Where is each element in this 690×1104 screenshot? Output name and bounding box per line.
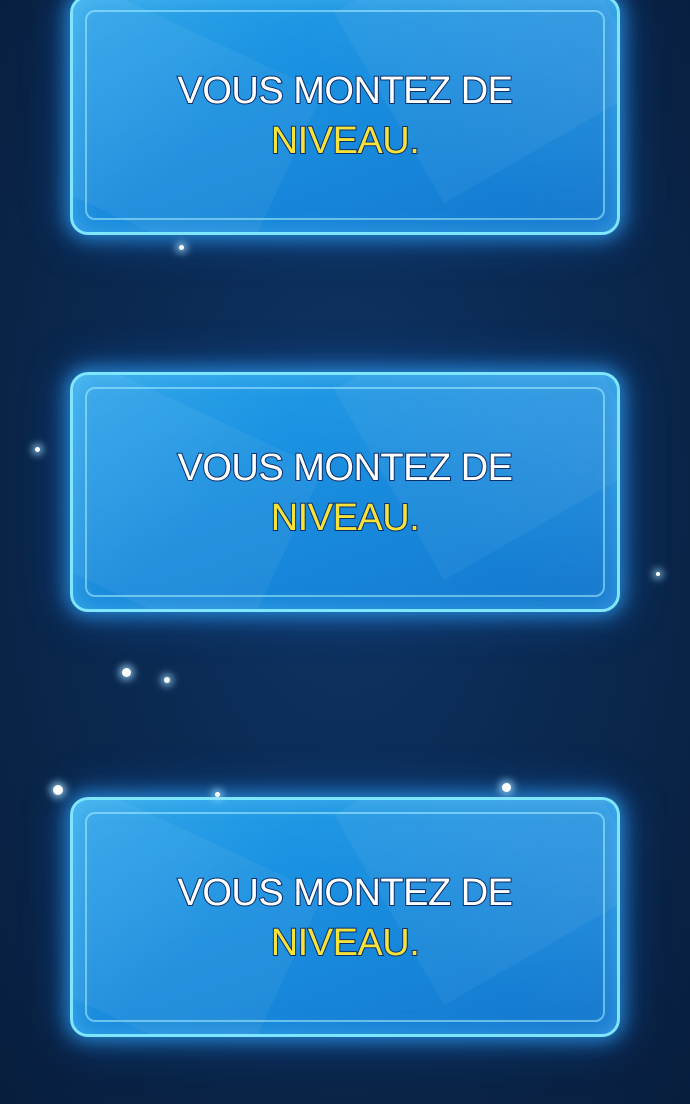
sparkle-particle <box>215 792 220 797</box>
message-line-1: VOUS MONTEZ DE <box>176 69 514 113</box>
message-line-2: NIVEAU. <box>270 496 421 540</box>
level-up-panel: VOUS MONTEZ DE NIVEAU. <box>70 0 620 235</box>
sparkle-particle <box>179 245 184 250</box>
message-line-1: VOUS MONTEZ DE <box>176 446 514 490</box>
message-line-2: NIVEAU. <box>270 119 421 163</box>
level-up-message: VOUS MONTEZ DE NIVEAU. <box>73 868 617 968</box>
level-up-panel: VOUS MONTEZ DE NIVEAU. <box>70 797 620 1037</box>
sparkle-particle <box>656 572 660 576</box>
message-line-2: NIVEAU. <box>270 921 421 965</box>
sparkle-particle <box>53 785 63 795</box>
level-up-panel: VOUS MONTEZ DE NIVEAU. <box>70 372 620 612</box>
level-up-message: VOUS MONTEZ DE NIVEAU. <box>73 443 617 543</box>
sparkle-particle <box>35 447 40 452</box>
level-up-message: VOUS MONTEZ DE NIVEAU. <box>73 66 617 166</box>
message-line-1: VOUS MONTEZ DE <box>176 871 514 915</box>
sparkle-particle <box>122 668 131 677</box>
sparkle-particle <box>502 783 511 792</box>
sparkle-particle <box>164 677 170 683</box>
